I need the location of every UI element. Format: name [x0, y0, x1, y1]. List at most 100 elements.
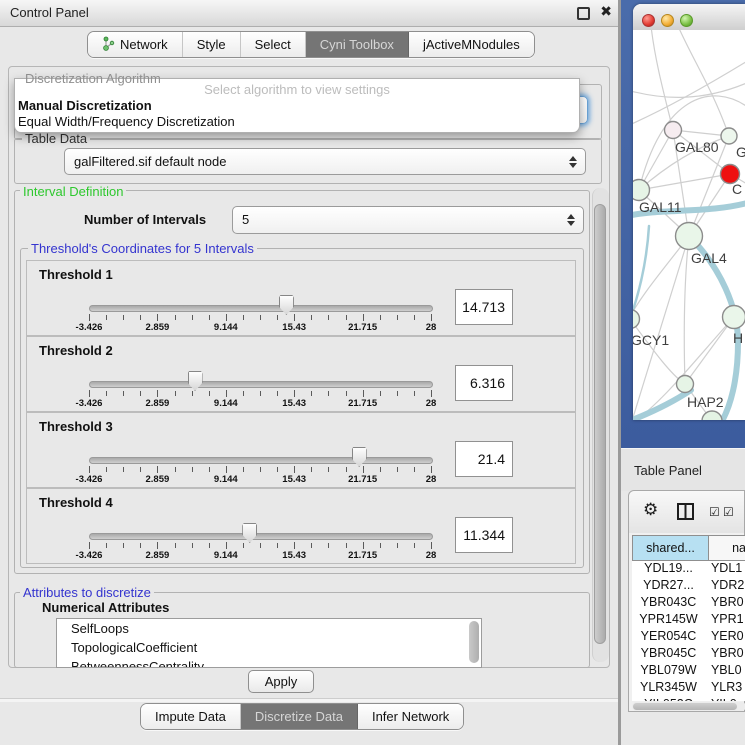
threshold-4-slider-thumb[interactable] — [242, 523, 257, 543]
tab-discretize-data[interactable]: Discretize Data — [241, 704, 358, 729]
tick-mark — [140, 315, 141, 320]
control-panel-title: Control Panel — [10, 5, 89, 20]
network-node-gal80[interactable] — [665, 122, 682, 139]
threshold-3-slider-thumb[interactable] — [352, 447, 367, 467]
table-row[interactable]: YDR27...YDR2 — [632, 578, 745, 595]
network-node-hap2[interactable] — [677, 376, 694, 393]
table-rows: YDL19...YDL1YDR27...YDR2YBR043CYBR0YPR14… — [632, 561, 745, 701]
dropdown-option-manual-discretization[interactable]: Manual Discretization — [18, 98, 152, 113]
tab-label: Impute Data — [155, 709, 226, 724]
tick-label: 15.43 — [282, 322, 306, 333]
threshold-2-value-field[interactable]: 6.316 — [455, 365, 513, 401]
threshold-4-value-field[interactable]: 11.344 — [455, 517, 513, 553]
tick-label: 28 — [426, 322, 437, 333]
zoom-light-icon[interactable] — [680, 14, 693, 27]
table-row[interactable]: YPR145WYPR1 — [632, 612, 745, 629]
tab-infer-network[interactable]: Infer Network — [358, 704, 463, 729]
tick-mark — [346, 315, 347, 320]
table-row[interactable]: YBR045CYBR0 — [632, 646, 745, 663]
tick-mark — [294, 314, 295, 321]
table-row[interactable]: YBR043CYBR0 — [632, 595, 745, 612]
table-row[interactable]: YER054CYER0 — [632, 629, 745, 646]
threshold-row-4: Threshold 4-3.4262.8599.14415.4321.71528… — [26, 488, 576, 564]
threshold-1-value-field[interactable]: 14.713 — [455, 289, 513, 325]
tick-mark — [380, 467, 381, 472]
tab-select[interactable]: Select — [241, 32, 306, 57]
list-scrollbar[interactable] — [469, 621, 479, 663]
table-hscrollbar-thumb[interactable] — [633, 703, 737, 710]
number-of-intervals-combobox[interactable]: 5 — [232, 206, 584, 234]
split-columns-icon[interactable] — [677, 503, 694, 525]
network-node-ga[interactable] — [721, 128, 737, 144]
checkbox-icon[interactable]: ☑ — [709, 505, 720, 519]
tick-mark — [260, 467, 261, 472]
table-data-combobox[interactable]: galFiltered.sif default node — [64, 148, 586, 175]
network-edge[interactable] — [684, 236, 689, 384]
threshold-1-slider-track[interactable] — [89, 305, 433, 312]
network-edge[interactable] — [678, 30, 729, 136]
network-edge-highlighted[interactable] — [633, 226, 649, 319]
tab-cyni-toolbox[interactable]: Cyni Toolbox — [306, 32, 409, 57]
minimize-light-icon[interactable] — [661, 14, 674, 27]
tick-mark — [123, 391, 124, 396]
network-edge[interactable] — [633, 319, 685, 384]
table-row[interactable]: YDL19...YDL1 — [632, 561, 745, 578]
column-header-name[interactable]: na — [709, 535, 745, 561]
attribute-item-betweennesscentrality[interactable]: BetweennessCentrality — [57, 657, 481, 668]
network-edge-highlighted[interactable] — [633, 390, 691, 420]
dropdown-option-equal-width-frequency[interactable]: Equal Width/Frequency Discretization — [18, 114, 235, 129]
threshold-2-slider-thumb[interactable] — [188, 371, 203, 391]
tab-jactivemnodules[interactable]: jActiveMNodules — [409, 32, 534, 57]
network-edge[interactable] — [633, 236, 689, 420]
threshold-4-slider-track[interactable] — [89, 533, 433, 540]
column-header-shared-name[interactable]: shared... — [632, 535, 709, 561]
tick-mark — [157, 314, 158, 321]
cell-name: YPR1 — [705, 612, 745, 629]
tab-network[interactable]: Network — [88, 32, 183, 57]
network-node-gal4[interactable] — [676, 223, 703, 250]
tab-style[interactable]: Style — [183, 32, 241, 57]
attribute-item-selfloops[interactable]: SelfLoops — [57, 619, 481, 638]
network-node-gal11[interactable] — [633, 180, 650, 201]
network-node-gcy1[interactable] — [633, 310, 640, 329]
threshold-3-slider-track[interactable] — [89, 457, 433, 464]
tick-label: -3.426 — [76, 322, 103, 333]
table-row[interactable]: YBL079WYBL0 — [632, 663, 745, 680]
cell-shared-name: YER054C — [632, 629, 705, 646]
table-hscrollbar-track[interactable] — [632, 702, 745, 711]
threshold-1-slider-thumb[interactable] — [279, 295, 294, 315]
close-window-icon[interactable]: ✖ — [600, 3, 612, 20]
network-node-h[interactable] — [723, 306, 745, 329]
threshold-3-value-field[interactable]: 21.4 — [455, 441, 513, 477]
attribute-item-topologicalcoefficient[interactable]: TopologicalCoefficient — [57, 638, 481, 657]
tick-mark — [226, 542, 227, 549]
network-edge[interactable] — [633, 60, 745, 126]
network-window-titlebar[interactable] — [633, 4, 745, 31]
gear-icon[interactable]: ⚙ — [643, 500, 658, 520]
network-node-label-h: H — [733, 330, 743, 346]
tick-mark — [431, 542, 432, 549]
cell-shared-name: YBR043C — [632, 595, 705, 612]
tick-mark — [209, 315, 210, 320]
checkbox-icon[interactable]: ☑ — [723, 505, 734, 519]
network-canvas[interactable]: GAL80GACGAL11GAL4GCY1HHAP2 — [633, 30, 745, 420]
network-icon — [102, 36, 115, 54]
network-edge[interactable] — [639, 174, 730, 190]
tick-label: 21.715 — [348, 398, 377, 409]
tick-label: -3.426 — [76, 550, 103, 561]
tick-mark — [397, 315, 398, 320]
threshold-2-slider-track[interactable] — [89, 381, 433, 388]
float-window-icon[interactable] — [577, 7, 590, 20]
close-light-icon[interactable] — [642, 14, 655, 27]
cell-name: YDR2 — [705, 578, 745, 595]
network-edge[interactable] — [651, 30, 673, 130]
table-row[interactable]: YIL052CYIL0 — [632, 697, 745, 701]
apply-button[interactable]: Apply — [248, 670, 314, 693]
panel-scrollbar-thumb[interactable] — [594, 204, 606, 644]
network-edge[interactable] — [685, 317, 734, 384]
table-row[interactable]: YLR345WYLR3 — [632, 680, 745, 697]
tick-label: 9.144 — [214, 322, 238, 333]
tab-impute-data[interactable]: Impute Data — [141, 704, 241, 729]
tick-label: 2.859 — [146, 474, 170, 485]
tick-mark — [140, 391, 141, 396]
